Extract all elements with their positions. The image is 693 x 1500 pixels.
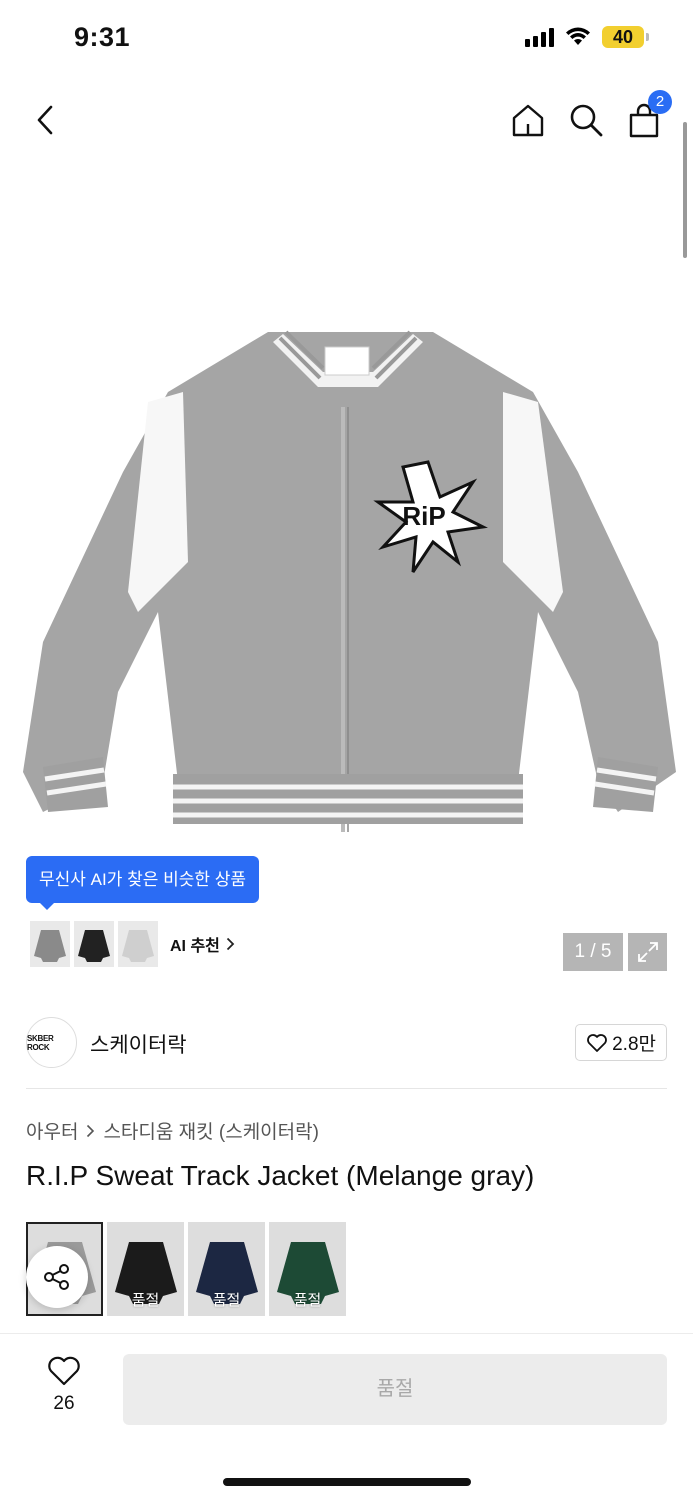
variant-sold-out-label: 품절 <box>293 1292 322 1309</box>
heart-icon <box>587 1033 607 1052</box>
status-icons: 40 <box>525 26 649 48</box>
scroll-indicator[interactable] <box>683 122 687 258</box>
bottom-bar-divider <box>0 1333 693 1334</box>
brand-row: SKBER ROCK 스케이터락 2.8만 <box>26 1015 667 1071</box>
variant-sold-out-label: 품절 <box>131 1292 160 1309</box>
expand-image-button[interactable] <box>628 933 667 971</box>
brand-like-count: 2.8만 <box>612 1034 656 1055</box>
breadcrumb-subcategory[interactable]: 스타디움 재킷 (스케이터락) <box>103 1117 319 1144</box>
cart-count-badge: 2 <box>648 90 672 114</box>
cellular-signal-icon <box>525 27 554 47</box>
chevron-left-icon <box>37 105 53 135</box>
chevron-right-icon <box>226 937 235 951</box>
battery-icon: 40 <box>602 26 649 48</box>
wifi-icon <box>566 27 590 45</box>
image-page-counter: 1 / 5 <box>563 933 623 971</box>
cart-button[interactable]: 2 <box>624 90 672 148</box>
breadcrumb: 아우터 스타디움 재킷 (스케이터락) <box>26 1117 319 1144</box>
status-bar: 9:31 40 <box>0 0 693 78</box>
svg-text:RiP: RiP <box>402 501 445 531</box>
variant-green[interactable]: 품절 <box>269 1222 346 1316</box>
ai-thumb-2[interactable] <box>74 921 114 967</box>
search-button[interactable] <box>566 92 606 148</box>
search-icon <box>570 104 603 137</box>
product-main-image[interactable]: RiP <box>18 312 683 842</box>
variant-sold-out-label: 품절 <box>212 1292 241 1309</box>
ai-recommend-link[interactable]: AI 추천 <box>170 932 235 956</box>
breadcrumb-category[interactable]: 아우터 <box>26 1117 78 1144</box>
chevron-right-icon <box>87 1124 95 1137</box>
ai-thumb-3[interactable] <box>118 921 158 967</box>
product-like-count: 26 <box>53 1393 75 1414</box>
ai-thumb-1[interactable] <box>30 921 70 967</box>
brand-name[interactable]: 스케이터락 <box>90 1029 187 1059</box>
divider <box>26 1088 667 1089</box>
heart-icon <box>48 1356 80 1386</box>
ai-recommend-label: AI 추천 <box>170 938 220 955</box>
variant-navy[interactable]: 품절 <box>188 1222 265 1316</box>
product-title: R.I.P Sweat Track Jacket (Melange gray) <box>26 1160 535 1191</box>
top-navigation: 2 <box>0 90 693 148</box>
brand-logo[interactable]: SKBER ROCK <box>26 1017 77 1068</box>
ai-similar-products-tooltip[interactable]: 무신사 AI가 찾은 비슷한 상품 <box>26 856 259 910</box>
expand-icon <box>637 942 658 962</box>
ai-recommend-bar[interactable]: AI 추천 <box>26 917 244 971</box>
variant-black[interactable]: 품절 <box>107 1222 184 1316</box>
product-like-button[interactable]: 26 <box>38 1356 90 1415</box>
home-button[interactable] <box>508 92 548 148</box>
sold-out-button[interactable]: 품절 <box>123 1354 667 1425</box>
brand-like-button[interactable]: 2.8만 <box>575 1024 667 1061</box>
share-icon <box>44 1264 69 1290</box>
home-icon <box>512 104 544 137</box>
battery-level: 40 <box>602 26 644 48</box>
share-button[interactable] <box>26 1246 88 1308</box>
home-indicator <box>223 1478 471 1486</box>
status-time: 9:31 <box>74 22 131 52</box>
back-button[interactable] <box>26 92 66 148</box>
